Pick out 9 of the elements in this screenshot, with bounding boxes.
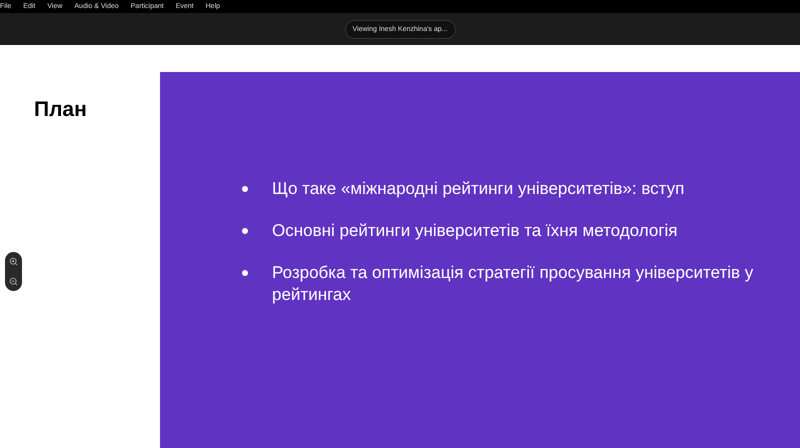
bullet-text: Розробка та оптимізація стратегії просування університетів у рейтингах <box>272 262 754 306</box>
bullet-text: Основні рейтинги університетів та їхня методологія <box>272 220 678 242</box>
zoom-in-icon[interactable] <box>9 257 18 266</box>
bullet-icon <box>242 228 248 234</box>
zoom-out-icon[interactable] <box>9 276 18 286</box>
slide-title: План <box>34 98 88 122</box>
bullet-text: Що таке «міжнародні рейтинги університетів»: вступ <box>272 178 684 200</box>
bullet-icon <box>242 270 248 276</box>
bullet-icon <box>242 186 248 192</box>
